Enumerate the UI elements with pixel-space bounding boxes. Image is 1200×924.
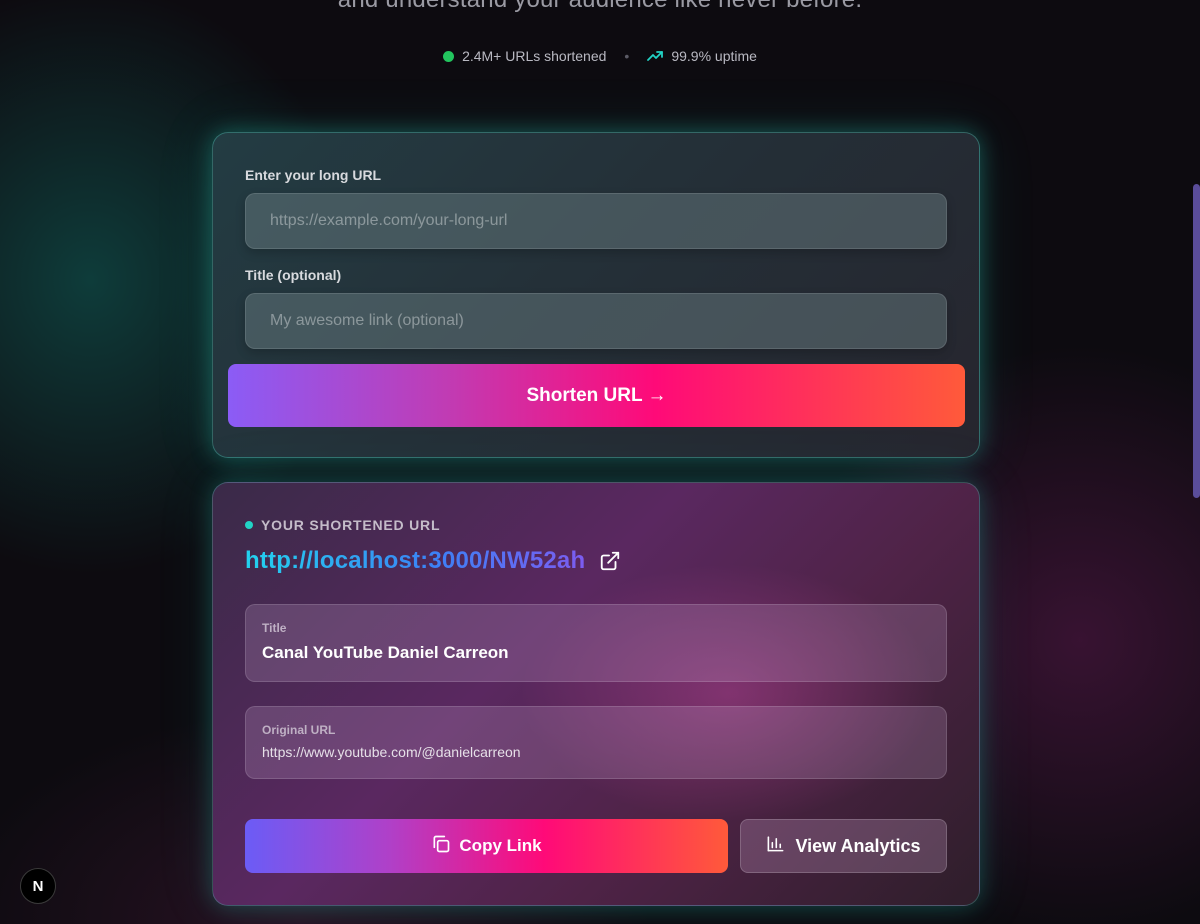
title-info-box: Title Canal YouTube Daniel Carreon [245,604,947,682]
original-url-key: Original URL [262,723,336,737]
title-input[interactable]: My awesome link (optional) [245,293,947,349]
page-scrollbar[interactable] [1193,184,1200,498]
status-dot-icon [245,521,253,529]
bar-chart-icon [766,834,785,858]
short-url-row: http://localhost:3000/NW52ah [245,547,621,575]
view-analytics-button[interactable]: View Analytics [740,819,947,873]
title-info-value: Canal YouTube Daniel Carreon [262,643,509,662]
view-analytics-label: View Analytics [795,835,921,856]
status-dot-icon [443,50,455,62]
copy-link-label: Copy Link [459,836,542,855]
short-url-link[interactable]: http://localhost:3000/NW52ah [245,547,585,575]
nextjs-icon[interactable]: N [20,868,56,904]
copy-link-button[interactable]: Copy Link [245,819,728,873]
title-field-label: Title (optional) [245,267,342,283]
url-field-label: Enter your long URL [245,167,382,183]
external-link-icon[interactable] [599,550,621,572]
title-info-key: Title [262,621,287,635]
result-heading-label: YOUR SHORTENED URL [261,517,441,533]
result-heading: YOUR SHORTENED URL [245,517,440,533]
shorten-form-card: Enter your long URL https://example.com/… [212,132,980,458]
url-input[interactable]: https://example.com/your-long-url [245,193,947,249]
stats-bar: 2.4M+ URLs shortened • 99.9% uptime [0,48,1200,64]
stat-urls-label: 2.4M+ URLs shortened [462,48,607,64]
result-card: YOUR SHORTENED URL http://localhost:3000… [212,482,980,906]
original-url-value: https://www.youtube.com/@danielcarreon [262,744,521,760]
stat-urls: 2.4M+ URLs shortened [443,48,606,64]
trending-up-icon [647,50,664,62]
stat-uptime: 99.9% uptime [647,48,757,64]
stat-separator: • [624,48,630,64]
stat-uptime-label: 99.9% uptime [671,48,757,64]
original-url-box: Original URL https://www.youtube.com/@da… [245,706,947,779]
hero-tagline: and understand your audience like never … [0,0,1200,14]
copy-icon [431,834,451,859]
shorten-url-button[interactable]: Shorten URL → [228,364,965,427]
